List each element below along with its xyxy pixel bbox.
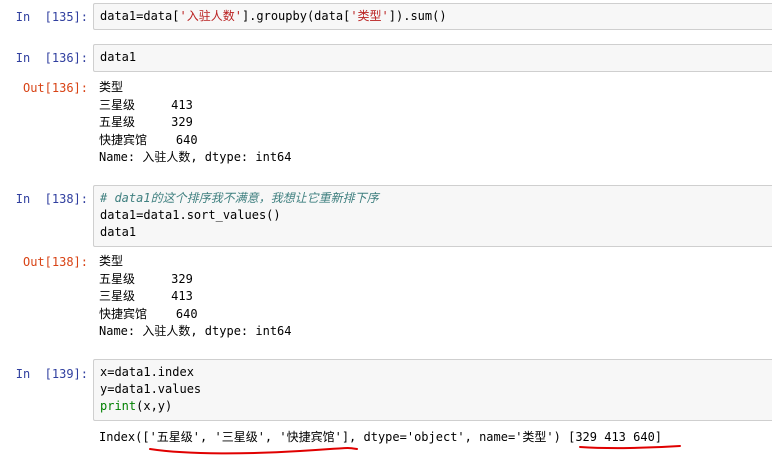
red-underline-annotation [149, 445, 681, 455]
underline-index-labels [149, 446, 358, 455]
underline-values [579, 445, 681, 450]
